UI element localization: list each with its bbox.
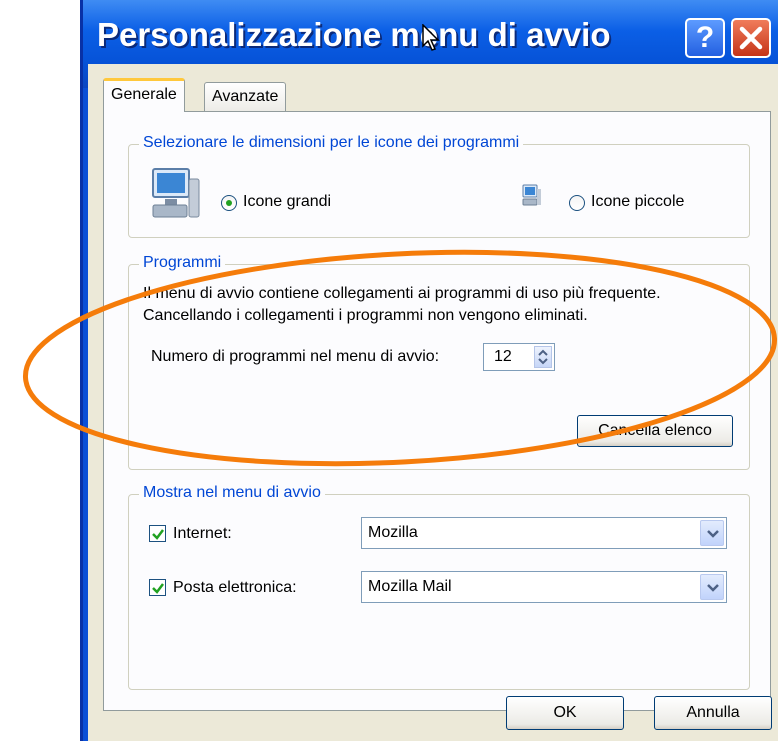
ok-button[interactable]: OK xyxy=(506,696,624,730)
programs-legend: Programmi xyxy=(139,254,226,272)
icon-size-legend: Selezionare le dimensioni per le icone d… xyxy=(139,134,524,152)
show-legend: Mostra nel menu di avvio xyxy=(139,484,325,502)
chevron-down-icon[interactable] xyxy=(700,574,724,600)
help-button[interactable]: ? xyxy=(685,18,725,58)
program-count-label: Numero di programmi nel menu di avvio: xyxy=(151,348,440,365)
show-in-start-menu-group: Mostra nel menu di avvio Internet: Mozil… xyxy=(128,484,750,690)
email-checkbox[interactable] xyxy=(149,579,166,596)
window-title: Personalizzazione menu di avvio xyxy=(97,16,611,53)
small-icons-radio[interactable] xyxy=(569,195,585,211)
chevron-down-icon[interactable] xyxy=(700,520,724,546)
large-icons-radio[interactable] xyxy=(221,195,237,211)
close-icon xyxy=(739,26,763,50)
internet-combobox[interactable]: Mozilla xyxy=(361,517,727,549)
internet-label[interactable]: Internet: xyxy=(173,525,232,543)
tab-avanzate[interactable]: Avanzate xyxy=(204,82,287,112)
spinner-arrows-icon[interactable] xyxy=(534,346,552,368)
programs-description-line1: Il menu di avvio contiene collegamenti a… xyxy=(143,285,661,302)
large-computer-icon xyxy=(152,168,200,218)
large-icons-label[interactable]: Icone grandi xyxy=(243,193,331,211)
email-combobox[interactable]: Mozilla Mail xyxy=(361,571,727,603)
tab-panel-generale: Selezionare le dimensioni per le icone d… xyxy=(103,111,771,711)
dialog-body: Avanzate Generale Selezionare le dimensi… xyxy=(88,64,778,741)
email-combobox-value[interactable]: Mozilla Mail xyxy=(368,578,452,596)
programs-group: Programmi Il menu di avvio contiene coll… xyxy=(128,254,750,470)
checkmark-icon xyxy=(152,529,164,540)
checkmark-icon xyxy=(152,583,164,594)
program-count-spinner[interactable]: 12 xyxy=(483,343,555,371)
programs-description-line2: Cancellando i collegamenti i programmi n… xyxy=(143,307,588,324)
internet-combobox-value[interactable]: Mozilla xyxy=(368,524,418,542)
internet-checkbox[interactable] xyxy=(149,525,166,542)
mouse-cursor-icon xyxy=(422,24,440,51)
tab-generale[interactable]: Generale xyxy=(103,78,185,112)
help-icon: ? xyxy=(695,21,715,54)
close-button[interactable] xyxy=(731,18,771,58)
icon-size-group: Selezionare le dimensioni per le icone d… xyxy=(128,134,750,238)
email-label[interactable]: Posta elettronica: xyxy=(173,579,297,597)
small-computer-icon xyxy=(522,184,541,206)
clear-list-button[interactable]: Cancella elenco xyxy=(577,415,733,447)
dialog-window: Personalizzazione menu di avvio ? Avanza… xyxy=(80,0,778,741)
cancel-button[interactable]: Annulla xyxy=(654,696,772,730)
small-icons-label[interactable]: Icone piccole xyxy=(591,193,684,211)
program-count-value[interactable]: 12 xyxy=(494,348,512,366)
